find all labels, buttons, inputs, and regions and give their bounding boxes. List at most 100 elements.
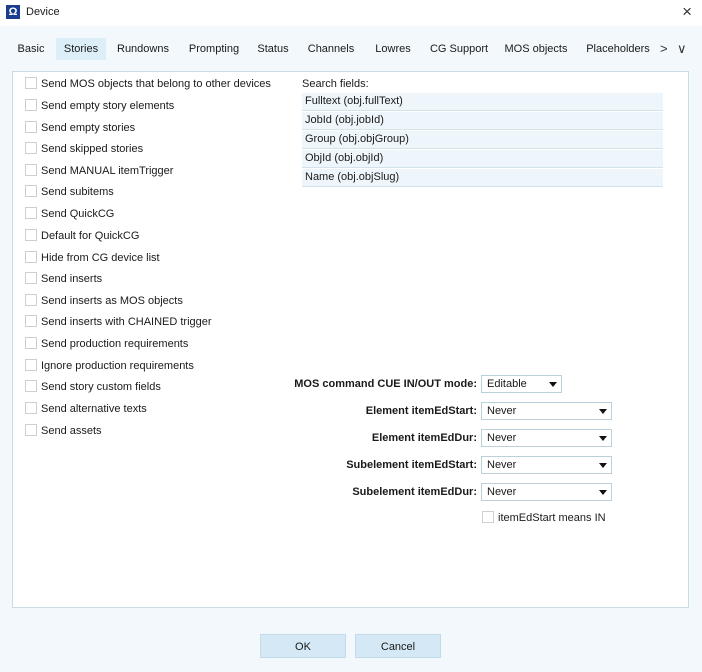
dropdown-arrow-icon <box>599 463 607 468</box>
tab-lowres[interactable]: Lowres <box>368 38 418 60</box>
option-send-inserts-as-mos-objects[interactable]: Send inserts as MOS objects <box>25 293 183 309</box>
subelement-itemeddur-select[interactable]: Never <box>481 483 612 501</box>
tab-basic[interactable]: Basic <box>11 38 51 60</box>
checkbox[interactable] <box>25 121 37 134</box>
tab-mos-objects[interactable]: MOS objects <box>500 38 572 60</box>
checkbox-label: Send assets <box>41 425 102 438</box>
checkbox-label: Send MANUAL itemTrigger <box>41 165 174 178</box>
cancel-button[interactable]: Cancel <box>355 634 441 658</box>
option-send-subitems[interactable]: Send subitems <box>25 184 114 200</box>
checkbox-label: Ignore production requirements <box>41 360 194 373</box>
tab-channels[interactable]: Channels <box>302 38 360 60</box>
tab-rundowns[interactable]: Rundowns <box>111 38 175 60</box>
checkbox-label: Hide from CG device list <box>41 252 160 265</box>
checkbox-label: Send empty stories <box>41 122 136 135</box>
dropdown-arrow-icon <box>599 490 607 495</box>
tab-stories[interactable]: Stories <box>56 38 106 60</box>
select-value: Editable <box>487 378 527 390</box>
checkbox[interactable] <box>25 229 37 242</box>
option-send-alternative-texts[interactable]: Send alternative texts <box>25 401 147 417</box>
option-send-inserts[interactable]: Send inserts <box>25 271 102 287</box>
close-icon[interactable]: × <box>682 3 692 21</box>
stories-panel: Send MOS objects that belong to other de… <box>12 71 689 608</box>
checkbox[interactable] <box>25 380 37 393</box>
search-fields-list: Fulltext (obj.fullText) JobId (obj.jobId… <box>302 93 663 188</box>
checkbox[interactable] <box>25 164 37 177</box>
option-send-assets[interactable]: Send assets <box>25 423 102 439</box>
search-field-item[interactable]: ObjId (obj.objId) <box>302 150 663 168</box>
checkbox[interactable] <box>25 424 37 437</box>
checkbox-label: Send alternative texts <box>41 403 147 416</box>
option-send-production-requirements[interactable]: Send production requirements <box>25 336 188 352</box>
option-send-quickcg[interactable]: Send QuickCG <box>25 206 114 222</box>
element-itemedstart-label: Element itemEdStart: <box>365 405 477 417</box>
checkbox-label: Send production requirements <box>41 338 189 351</box>
search-field-item[interactable]: Group (obj.objGroup) <box>302 131 663 149</box>
option-send-story-custom-fields[interactable]: Send story custom fields <box>25 379 161 395</box>
checkbox[interactable] <box>25 99 37 112</box>
checkbox[interactable] <box>25 207 37 220</box>
checkbox-label: Send inserts as MOS objects <box>41 295 183 308</box>
checkbox[interactable] <box>25 251 37 264</box>
element-itemedstart-select[interactable]: Never <box>481 402 612 420</box>
option-ignore-production-requirements[interactable]: Ignore production requirements <box>25 358 194 374</box>
checkbox-label: Send empty story elements <box>41 100 175 113</box>
element-itemeddur-select[interactable]: Never <box>481 429 612 447</box>
select-value: Never <box>487 486 517 498</box>
checkbox-label: Send subitems <box>41 186 114 199</box>
cue-mode-label: MOS command CUE IN/OUT mode: <box>294 378 477 390</box>
checkbox[interactable] <box>482 511 494 524</box>
checkbox[interactable] <box>25 315 37 328</box>
checkbox-label: Send story custom fields <box>41 381 161 394</box>
element-itemeddur-label: Element itemEdDur: <box>371 432 477 444</box>
select-value: Never <box>487 405 517 417</box>
option-send-mos-objects-other-devices[interactable]: Send MOS objects that belong to other de… <box>25 76 271 92</box>
option-send-inserts-chained-trigger[interactable]: Send inserts with CHAINED trigger <box>25 314 212 330</box>
checkbox[interactable] <box>25 142 37 155</box>
tab-bar: Basic Stories Rundowns Prompting Status … <box>0 26 702 64</box>
ok-button[interactable]: OK <box>260 634 346 658</box>
checkbox-label: Send inserts with CHAINED trigger <box>41 316 212 329</box>
option-send-skipped-stories[interactable]: Send skipped stories <box>25 141 143 157</box>
title-bar: Ω Device × <box>0 0 702 26</box>
checkbox[interactable] <box>25 77 37 90</box>
subelement-itemeddur-label: Subelement itemEdDur: <box>352 486 477 498</box>
chevron-down-icon[interactable]: ∨ <box>677 38 687 60</box>
omega-app-icon: Ω <box>6 5 20 19</box>
dropdown-arrow-icon <box>549 382 557 387</box>
checkbox-label: Send QuickCG <box>41 208 115 221</box>
option-send-empty-stories[interactable]: Send empty stories <box>25 120 135 136</box>
checkbox-label: Send skipped stories <box>41 143 144 156</box>
option-default-for-quickcg[interactable]: Default for QuickCG <box>25 228 139 244</box>
option-send-empty-story-elements[interactable]: Send empty story elements <box>25 98 174 114</box>
tab-cg-support[interactable]: CG Support <box>425 38 493 60</box>
checkbox[interactable] <box>25 185 37 198</box>
dropdown-arrow-icon <box>599 436 607 441</box>
window-title: Device <box>26 6 60 18</box>
chevron-right-icon[interactable]: > <box>660 38 668 60</box>
subelement-itemedstart-select[interactable]: Never <box>481 456 612 474</box>
checkbox[interactable] <box>25 294 37 307</box>
tab-status[interactable]: Status <box>252 38 294 60</box>
tab-placeholders[interactable]: Placeholders <box>580 38 656 60</box>
checkbox-label: Default for QuickCG <box>41 230 140 243</box>
select-value: Never <box>487 459 517 471</box>
search-field-item[interactable]: JobId (obj.jobId) <box>302 112 663 130</box>
checkbox-label: Send MOS objects that belong to other de… <box>41 78 271 91</box>
checkbox[interactable] <box>25 337 37 350</box>
option-send-manual-itemtrigger[interactable]: Send MANUAL itemTrigger <box>25 163 173 179</box>
option-itemedstart-means-in[interactable]: itemEdStart means IN <box>482 510 606 526</box>
cue-mode-select[interactable]: Editable <box>481 375 562 393</box>
search-fields-title: Search fields: <box>302 78 369 90</box>
search-field-item[interactable]: Name (obj.objSlug) <box>302 169 663 187</box>
search-field-item[interactable]: Fulltext (obj.fullText) <box>302 93 663 111</box>
select-value: Never <box>487 432 517 444</box>
checkbox-label: itemEdStart means IN <box>498 512 606 525</box>
checkbox[interactable] <box>25 402 37 415</box>
dropdown-arrow-icon <box>599 409 607 414</box>
tab-prompting[interactable]: Prompting <box>183 38 245 60</box>
option-hide-from-cg-device-list[interactable]: Hide from CG device list <box>25 250 160 266</box>
checkbox-label: Send inserts <box>41 273 103 286</box>
checkbox[interactable] <box>25 272 37 285</box>
checkbox[interactable] <box>25 359 37 372</box>
